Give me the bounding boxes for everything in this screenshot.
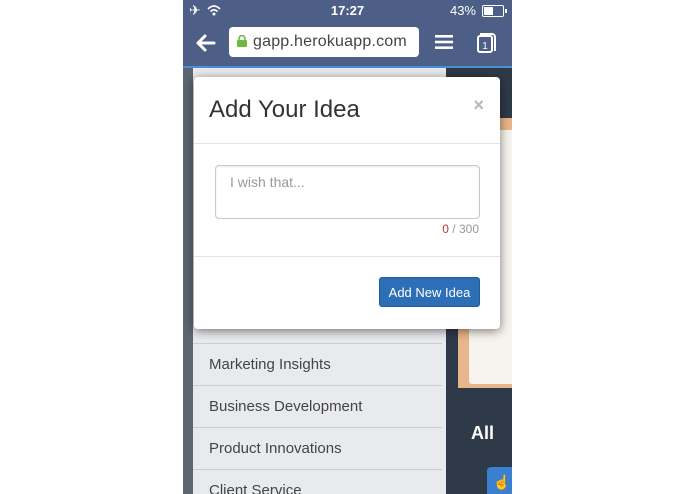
vote-button[interactable]: ☝ [487,467,512,494]
character-counter: 0 / 300 [442,222,479,236]
add-idea-modal: Add Your Idea × 0 / 300 Add New Idea [194,77,500,329]
sidebar-item-client-service[interactable]: Client Service [193,469,442,494]
all-ideas-heading: All [471,423,495,443]
menu-icon[interactable] [435,34,453,50]
modal-footer-divider [194,256,500,257]
sidebar-item-business-development[interactable]: Business Development [193,385,442,427]
add-new-idea-button[interactable]: Add New Idea [379,277,480,307]
address-url: gapp.herokuapp.com [253,33,407,50]
svg-text:1: 1 [482,41,488,52]
battery-icon [482,5,507,17]
back-arrow-icon[interactable] [195,32,217,54]
sidebar-item-product-innovations[interactable]: Product Innovations [193,427,442,469]
sidebar-item-marketing-insights[interactable]: Marketing Insights [193,343,442,385]
close-icon[interactable]: × [473,95,484,116]
battery-percent: 43% [449,3,476,18]
phone-screen: Marketing Insights Business Development … [183,0,512,494]
idea-textarea[interactable] [215,165,480,219]
address-bar[interactable]: gapp.herokuapp.com [229,27,419,57]
lock-icon [237,35,247,47]
modal-header-divider [194,143,500,144]
tabs-icon[interactable]: 1 [477,30,499,54]
thumb-icon: ☝ [493,474,511,490]
char-count-max: / 300 [452,222,479,236]
status-bar: ✈ 17:27 43% [183,0,512,22]
browser-chrome: ✈ 17:27 43% gapp.herokuapp.com 1 [183,0,512,66]
chrome-divider [183,66,512,68]
char-count-current: 0 [442,222,449,236]
modal-title: Add Your Idea [209,96,360,123]
